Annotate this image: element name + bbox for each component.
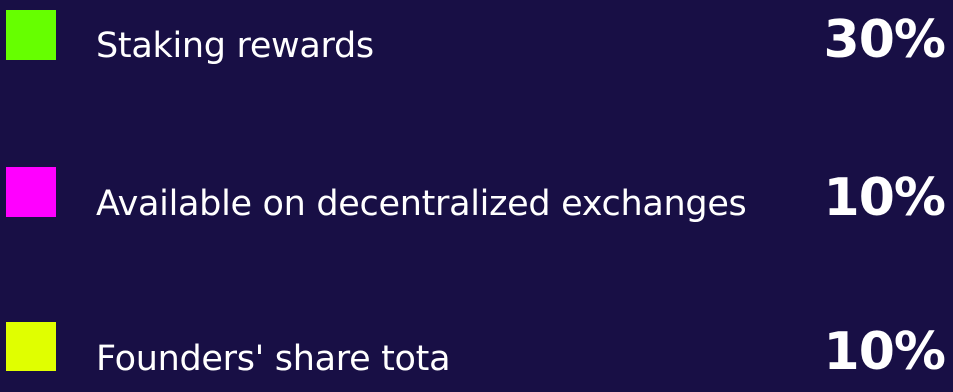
legend-item-percent: 10%: [823, 168, 946, 228]
legend-item-label: Founders' share tota: [96, 339, 451, 379]
legend-item-label: Available on decentralized exchanges: [96, 184, 747, 224]
legend-item-founders-share: Founders' share tota 10%: [0, 312, 953, 392]
legend-item-percent: 10%: [823, 322, 946, 382]
color-swatch: [6, 10, 56, 60]
color-swatch: [6, 167, 56, 217]
legend-item-label: Staking rewards: [96, 26, 374, 66]
token-allocation-legend: Staking rewards 30% Available on decentr…: [0, 0, 953, 389]
legend-item-decentralized-exchanges: Available on decentralized exchanges 10%: [0, 157, 953, 237]
legend-item-percent: 30%: [823, 10, 946, 70]
legend-item-staking-rewards: Staking rewards 30%: [0, 0, 953, 80]
color-swatch: [6, 322, 56, 371]
